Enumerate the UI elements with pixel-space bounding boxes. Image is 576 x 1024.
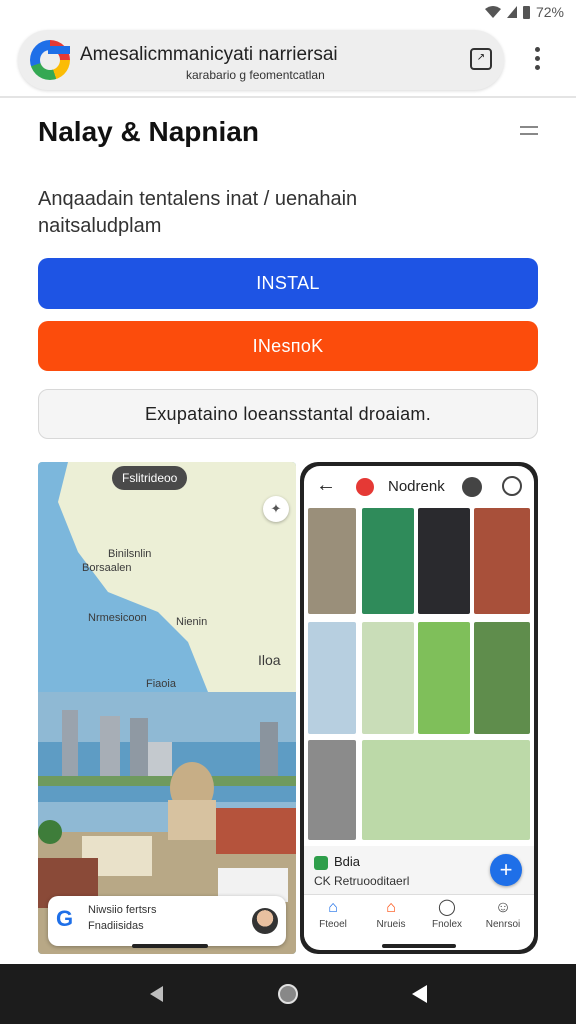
photo-tile[interactable] xyxy=(362,740,530,840)
photo-tile[interactable] xyxy=(362,508,414,614)
settings-icon[interactable] xyxy=(502,476,522,496)
app-icon xyxy=(314,856,328,870)
map-label: Nrmesicoon xyxy=(88,612,147,624)
screenshot-phone[interactable]: ← Nodrenk Bdia CK Retruooditaerl + ⌂ Fte… xyxy=(300,462,538,954)
secondary-button[interactable]: Exupataino loeansstantal droaiam. xyxy=(38,389,538,439)
tab-switcher-icon[interactable]: ↗ xyxy=(470,48,492,70)
map-label: Nienin xyxy=(176,616,208,628)
home-indicator xyxy=(382,944,456,948)
signal-icon xyxy=(506,6,517,18)
map-card-subtitle: Fnadiisidas xyxy=(88,920,144,932)
phone-screen: ← Nodrenk Bdia CK Retruooditaerl + ⌂ Fte… xyxy=(304,466,534,950)
url-subtitle: karabario g feomentcatlan xyxy=(186,68,325,82)
compass-icon[interactable]: ✦ xyxy=(263,496,289,522)
nav-label: Nrueis xyxy=(376,919,406,930)
wifi-icon xyxy=(484,6,501,18)
nav-label: Fteoel xyxy=(319,919,347,930)
camera-icon[interactable] xyxy=(462,477,482,497)
menu-icon[interactable] xyxy=(520,126,538,140)
map-search-chip[interactable]: Fslitrideoo xyxy=(112,466,188,490)
recents-icon[interactable] xyxy=(412,985,427,1003)
address-bar[interactable]: Amesalicmmanicyati narriersai karabario … xyxy=(18,30,504,90)
battery-text: 72% xyxy=(535,4,564,20)
map-label: Iloa xyxy=(258,652,281,668)
photo-tile[interactable] xyxy=(308,740,356,840)
nav-label: Nenrsoi xyxy=(485,919,521,930)
page-description: Anqaadain tentalens inat / uenahain nait… xyxy=(38,188,358,237)
map-info-card[interactable]: G Niwsiio fertsrs Fnadiisidas xyxy=(48,896,286,946)
photo-tile[interactable] xyxy=(474,622,530,734)
status-icons: 72% xyxy=(484,4,564,20)
google-logo-icon: G xyxy=(56,906,74,931)
install-button[interactable]: INSTAL xyxy=(38,258,538,309)
browser-logo-bar xyxy=(48,46,70,54)
map-label: Borsaalen xyxy=(82,562,132,574)
phone-bottom-nav: ⌂ Fteoel ⌂ Nrueis ◯ Fnolex ☺ Nenrsoi xyxy=(304,894,534,942)
system-nav-bar xyxy=(0,964,576,1024)
status-bar: 72% xyxy=(0,0,576,26)
home-indicator xyxy=(132,944,208,948)
photo-tile[interactable] xyxy=(418,508,470,614)
map-label: Binilsnlin xyxy=(108,548,152,560)
home-icon: ⌂ xyxy=(328,899,338,916)
map-card-title: Niwsiio fertsrs xyxy=(88,904,157,916)
chat-icon: ◯ xyxy=(438,899,456,916)
photo-tile[interactable] xyxy=(308,622,356,734)
page-title: Nalay & Napnian xyxy=(38,116,259,147)
orange-action-button[interactable]: INesпoK xyxy=(38,321,538,371)
add-button[interactable]: + xyxy=(490,854,522,886)
nav-item-profile[interactable]: ☺ Nenrsoi xyxy=(474,899,532,930)
nav-item-chat[interactable]: ◯ Fnolex xyxy=(418,899,476,930)
photo-tile[interactable] xyxy=(308,508,356,614)
phone-card-subtitle: CK Retruooditaerl xyxy=(314,874,410,888)
back-icon[interactable] xyxy=(150,986,163,1002)
url-text[interactable]: Amesalicmmanicyati narriersai xyxy=(80,44,338,66)
photo-tile[interactable] xyxy=(418,622,470,734)
phone-card-title: Bdia xyxy=(334,854,361,869)
home-button-icon[interactable] xyxy=(278,984,298,1004)
more-options-icon[interactable] xyxy=(530,46,544,72)
back-arrow-icon[interactable]: ← xyxy=(316,474,336,497)
nav-item-places[interactable]: ⌂ Nrueis xyxy=(362,899,420,930)
divider xyxy=(0,96,576,98)
nav-item-home[interactable]: ⌂ Fteoel xyxy=(304,899,362,930)
location-pin-icon xyxy=(356,478,374,496)
photo-tile[interactable] xyxy=(474,508,530,614)
house-outline-icon: ⌂ xyxy=(386,899,396,916)
screenshot-map[interactable]: Fslitrideoo ✦ Binilsnlin Borsaalen Nrmes… xyxy=(38,462,296,954)
photo-tile[interactable] xyxy=(362,622,414,734)
photo-grid xyxy=(308,508,530,844)
person-icon: ☺ xyxy=(494,899,512,916)
nav-label: Fnolex xyxy=(431,919,462,930)
avatar[interactable] xyxy=(252,908,278,934)
phone-app-title: Nodrenk xyxy=(388,478,445,495)
battery-icon xyxy=(522,5,530,19)
